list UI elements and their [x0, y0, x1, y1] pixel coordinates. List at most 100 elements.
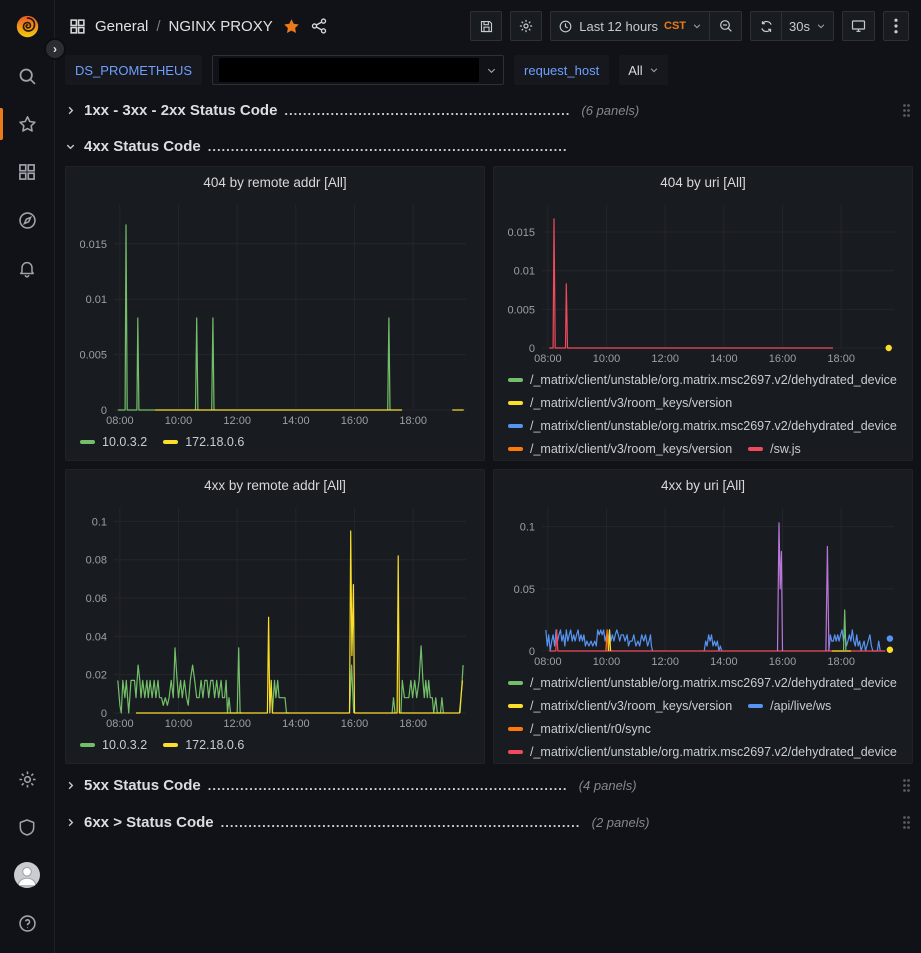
sidebar-item-profile[interactable]: [0, 851, 54, 899]
time-range-button[interactable]: Last 12 hours CST: [550, 11, 710, 41]
dashboard-body: 1xx - 3xx - 2xx Status Code ............…: [55, 88, 921, 953]
chart-canvas[interactable]: 00.020.040.060.080.108:0010:0012:0014:00…: [72, 500, 478, 731]
gear-icon: [17, 769, 38, 790]
svg-text:0.05: 0.05: [514, 584, 535, 596]
legend-item[interactable]: /_matrix/client/v3/room_keys/version: [508, 396, 732, 410]
legend-item[interactable]: /_matrix/client/unstable/org.matrix.msc2…: [508, 676, 897, 690]
legend-item[interactable]: /_matrix/client/unstable/org.matrix.msc2…: [508, 373, 897, 387]
cycle-view-mode-button[interactable]: [842, 11, 875, 41]
legend-row: /_matrix/client/unstable/org.matrix.msc2…: [508, 740, 902, 759]
panel-title[interactable]: 4xx by remote addr [All]: [66, 470, 484, 500]
legend-item[interactable]: /_matrix/client/r0/sync: [508, 722, 651, 736]
user-avatar: [14, 862, 40, 888]
row-title: 5xx Status Code: [84, 777, 201, 794]
chart-canvas[interactable]: 00.0050.010.01508:0010:0012:0014:0016:00…: [500, 197, 906, 366]
svg-text:14:00: 14:00: [282, 415, 310, 427]
sidebar-item-explore[interactable]: [0, 196, 54, 244]
chevron-down-icon: [816, 21, 826, 31]
panel-title[interactable]: 404 by uri [All]: [494, 167, 912, 197]
dashboards-nav-button[interactable]: [69, 18, 86, 35]
svg-text:16:00: 16:00: [769, 353, 797, 365]
sidebar-item-dashboards[interactable]: [0, 148, 54, 196]
panel-legend: /_matrix/client/unstable/org.matrix.msc2…: [494, 669, 912, 759]
legend-item[interactable]: 172.18.0.6: [163, 435, 244, 449]
svg-text:0.1: 0.1: [520, 522, 535, 534]
svg-text:0.08: 0.08: [86, 555, 107, 567]
row-drag-handle[interactable]: [902, 815, 913, 830]
legend-item[interactable]: /sw.js: [748, 442, 801, 456]
legend-series-swatch: [748, 447, 763, 451]
row-title: 1xx - 3xx - 2xx Status Code: [84, 102, 277, 119]
legend-item[interactable]: /_matrix/client/unstable/org.matrix.msc2…: [508, 419, 897, 433]
sidebar-item-help[interactable]: [0, 899, 54, 947]
share-button[interactable]: [310, 17, 328, 35]
legend-series-label: /_matrix/client/v3/room_keys/version: [530, 442, 732, 456]
chevron-right-icon: [65, 780, 77, 791]
legend-series-swatch: [508, 378, 523, 382]
variable-value-request-host: All: [628, 63, 642, 78]
svg-text:16:00: 16:00: [769, 656, 797, 668]
chart-canvas[interactable]: 00.0050.010.01508:0010:0012:0014:0016:00…: [72, 197, 478, 428]
dashboard-settings-button[interactable]: [510, 11, 542, 41]
row-drag-handle[interactable]: [902, 778, 913, 793]
legend-item[interactable]: /_matrix/client/unstable/org.matrix.msc2…: [508, 745, 897, 759]
chart-svg: 00.0050.010.01508:0010:0012:0014:0016:00…: [500, 197, 906, 366]
panel-title[interactable]: 404 by remote addr [All]: [66, 167, 484, 197]
svg-text:0.02: 0.02: [86, 670, 107, 682]
svg-text:12:00: 12:00: [223, 718, 251, 730]
chart-canvas[interactable]: 00.050.108:0010:0012:0014:0016:0018:00: [500, 500, 906, 669]
sidebar-item-search[interactable]: [0, 52, 54, 100]
chart-svg: 00.050.108:0010:0012:0014:0016:0018:00: [500, 500, 906, 669]
legend-row: /_matrix/client/r0/sync: [508, 717, 902, 740]
legend-series-swatch: [508, 447, 523, 451]
time-range-label: Last 12 hours: [579, 19, 658, 34]
more-options-button[interactable]: [883, 11, 909, 41]
legend-item[interactable]: 10.0.3.2: [80, 435, 147, 449]
panel-legend: 10.0.3.2 172.18.0.6: [66, 731, 484, 759]
row-panel-count: (6 panels): [581, 103, 639, 118]
breadcrumb-folder[interactable]: General: [95, 18, 148, 35]
variable-select-ds-prometheus[interactable]: [212, 55, 504, 85]
sidebar-item-configuration[interactable]: [0, 755, 54, 803]
sidebar-expand-button[interactable]: ›: [44, 38, 66, 60]
legend-series-swatch: [508, 704, 523, 708]
favorite-button[interactable]: [282, 17, 301, 36]
refresh-button[interactable]: [750, 11, 782, 41]
svg-text:18:00: 18:00: [827, 353, 855, 365]
svg-text:18:00: 18:00: [399, 415, 427, 427]
row-header-5xx[interactable]: 5xx Status Code ........................…: [65, 772, 913, 799]
row-header-1xx-3xx-2xx[interactable]: 1xx - 3xx - 2xx Status Code ............…: [65, 97, 913, 124]
sidebar-item-server-admin[interactable]: [0, 803, 54, 851]
legend-item[interactable]: /_matrix/client/v3/room_keys/version: [508, 442, 732, 456]
panel-grid: 404 by remote addr [All] 00.0050.010.015…: [65, 166, 913, 764]
bell-icon: [17, 258, 37, 279]
variable-select-request-host[interactable]: All: [619, 55, 667, 85]
legend-item[interactable]: /api/live/ws: [748, 699, 831, 713]
question-circle-icon: [17, 913, 38, 934]
zoom-out-time-button[interactable]: [710, 11, 742, 41]
dashboard-topbar: General / NGINX PROXY: [55, 0, 921, 52]
panel-title[interactable]: 4xx by uri [All]: [494, 470, 912, 500]
svg-text:0.01: 0.01: [86, 294, 107, 306]
refresh-interval-button[interactable]: 30s: [782, 11, 834, 41]
sidebar-item-starred[interactable]: [0, 100, 54, 148]
legend-series-swatch: [508, 750, 523, 754]
star-favorite-icon: [282, 17, 301, 36]
legend-row: /_matrix/client/v3/room_keys/version/api…: [508, 694, 902, 717]
variable-label-request-host: request_host: [514, 55, 609, 85]
row-drag-handle[interactable]: [902, 103, 913, 118]
monitor-icon: [850, 18, 867, 34]
legend-series-swatch: [508, 424, 523, 428]
legend-item[interactable]: 172.18.0.6: [163, 738, 244, 752]
save-dashboard-button[interactable]: [470, 11, 502, 41]
legend-item[interactable]: 10.0.3.2: [80, 738, 147, 752]
chevron-right-icon: [65, 817, 77, 828]
legend-series-label: /_matrix/client/unstable/org.matrix.msc2…: [530, 745, 897, 759]
chevron-down-icon: [486, 65, 497, 76]
legend-item[interactable]: /_matrix/client/v3/room_keys/version: [508, 699, 732, 713]
row-header-6xx[interactable]: 6xx > Status Code ......................…: [65, 809, 913, 836]
breadcrumb-dashboard[interactable]: NGINX PROXY: [169, 18, 273, 35]
breadcrumb-separator: /: [156, 18, 160, 35]
row-header-4xx[interactable]: 4xx Status Code ........................…: [65, 133, 913, 160]
sidebar-item-alerting[interactable]: [0, 244, 54, 292]
